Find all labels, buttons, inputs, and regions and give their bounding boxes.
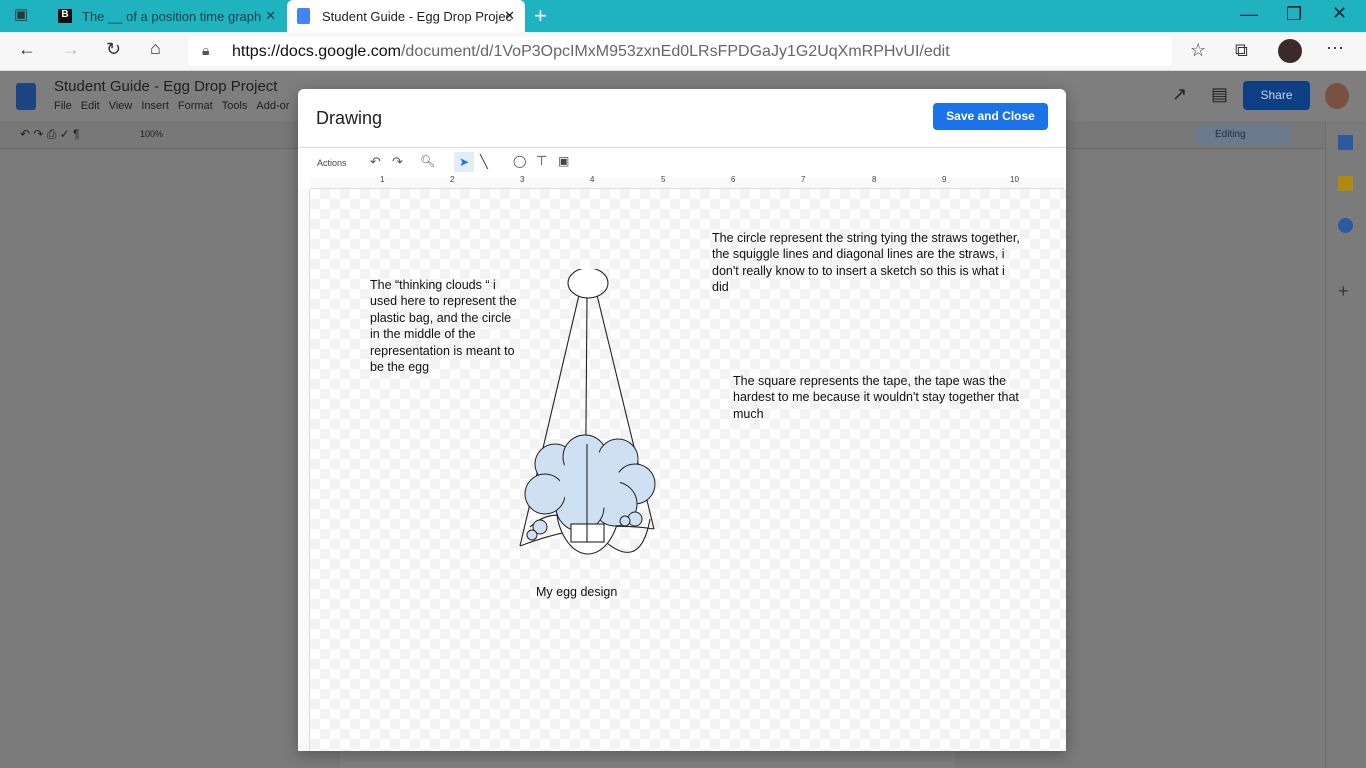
ruler-label: 8	[872, 175, 877, 184]
line-icon[interactable]: ╲	[480, 154, 488, 170]
menu-tools[interactable]: Tools	[222, 100, 248, 112]
calendar-icon[interactable]	[1338, 135, 1353, 150]
redo-icon[interactable]: ↷	[392, 154, 403, 170]
restore-icon[interactable]: ❐	[1286, 4, 1302, 25]
close-window-icon[interactable]: ✕	[1332, 3, 1347, 24]
save-and-close-button[interactable]: Save and Close	[933, 103, 1048, 130]
url-path: /document/d/1VoP3OpcIMxM953zxnEd0LRsFPDG…	[400, 43, 950, 60]
menu-file[interactable]: File	[54, 100, 72, 112]
share-button[interactable]: Share	[1243, 81, 1310, 110]
egg-design-sketch[interactable]	[510, 269, 670, 559]
tab-position-graph[interactable]: B The __ of a position time graph ✕	[48, 0, 284, 32]
ruler-label: 5	[661, 175, 666, 184]
drawing-dialog: Drawing Save and Close Actions ↶ ↷ 🔍︎ ➤ …	[298, 89, 1066, 751]
tab-label: The __ of a position time graph	[82, 8, 262, 24]
drawing-toolbar: Actions ↶ ↷ 🔍︎ ➤ ╲ ◯ ⊤ ▣	[298, 147, 1066, 177]
tab-student-guide[interactable]: Student Guide - Egg Drop Projec ✕	[287, 0, 525, 32]
docs-icon	[297, 8, 310, 24]
keep-icon[interactable]	[1338, 176, 1353, 191]
minimize-icon[interactable]: —	[1240, 4, 1258, 25]
toolbar-icons[interactable]: ↶ ↷ ⎙ ✓ ¶	[20, 127, 80, 142]
url-host: https://docs.google.com	[232, 43, 401, 60]
editing-mode-select[interactable]: Editing	[1195, 125, 1290, 145]
menu-insert[interactable]: Insert	[141, 100, 169, 112]
user-avatar[interactable]	[1325, 83, 1349, 109]
actions-menu[interactable]: Actions	[317, 158, 347, 168]
ruler-label: 10	[1010, 175, 1019, 184]
horizontal-ruler: 1 2 3 4 5 6 7 8 9 10	[310, 175, 1064, 189]
note-string[interactable]: The circle represent the string tying th…	[712, 230, 1022, 296]
favorites-icon[interactable]: ☆	[1190, 40, 1206, 61]
menu-view[interactable]: View	[109, 100, 133, 112]
menu-edit[interactable]: Edit	[81, 100, 100, 112]
caption[interactable]: My egg design	[536, 584, 617, 600]
more-icon[interactable]: ⋯	[1326, 38, 1344, 59]
drawing-canvas[interactable]: The “thinking clouds “ i used here to re…	[310, 189, 1066, 751]
zoom-icon[interactable]: 🔍︎	[420, 154, 435, 168]
string-circle	[567, 269, 609, 299]
note-bag[interactable]: The “thinking clouds “ i used here to re…	[370, 277, 520, 375]
tasks-icon[interactable]	[1338, 218, 1353, 233]
close-icon[interactable]: ✕	[265, 8, 276, 24]
site-icon: B	[58, 9, 72, 23]
note-tape[interactable]: The square represents the tape, the tape…	[733, 373, 1023, 422]
shape-icon[interactable]: ◯	[513, 154, 526, 168]
menu-bar: File Edit View Insert Format Tools Add-o…	[54, 100, 289, 112]
docs-logo-icon[interactable]	[16, 83, 36, 110]
vertical-ruler	[298, 189, 310, 751]
collections-icon[interactable]: ⧉	[1235, 40, 1248, 61]
back-icon[interactable]: ←	[18, 39, 36, 60]
close-icon[interactable]: ✕	[504, 8, 515, 24]
dialog-title: Drawing	[316, 108, 383, 128]
select-icon[interactable]: ➤	[454, 152, 474, 172]
comments-icon[interactable]: ▤	[1211, 84, 1228, 105]
tab-bar: ▣ B The __ of a position time graph ✕ St…	[0, 0, 1366, 32]
profile-avatar[interactable]	[1278, 39, 1302, 63]
menu-format[interactable]: Format	[178, 100, 213, 112]
ruler-label: 6	[731, 175, 736, 184]
url-field[interactable]: 🔒︎ https://docs.google.com/document/d/1V…	[188, 37, 1172, 66]
activity-icon[interactable]: ↗	[1172, 84, 1187, 105]
side-panel: +	[1325, 121, 1366, 768]
ruler-label: 9	[942, 175, 947, 184]
tab-label: Student Guide - Egg Drop Projec	[322, 8, 513, 24]
document-title[interactable]: Student Guide - Egg Drop Project	[54, 78, 277, 95]
ruler-label: 2	[450, 175, 455, 184]
lock-icon: 🔒︎	[202, 42, 210, 58]
image-icon[interactable]: ▣	[558, 154, 569, 168]
home-icon[interactable]: ⌂	[150, 38, 161, 59]
forward-icon[interactable]: →	[62, 39, 80, 60]
undo-icon[interactable]: ↶	[370, 154, 381, 170]
ruler-label: 7	[801, 175, 806, 184]
textbox-icon[interactable]: ⊤	[536, 153, 547, 169]
ruler-label: 4	[590, 175, 595, 184]
add-addon-icon[interactable]: +	[1338, 281, 1349, 302]
workspaces-icon[interactable]: ▣	[14, 5, 28, 23]
reload-icon[interactable]: ↻	[106, 39, 121, 60]
ruler-label: 1	[380, 175, 385, 184]
new-tab-icon[interactable]: +	[534, 3, 547, 29]
zoom-select[interactable]: 100%	[140, 129, 163, 139]
menu-addons[interactable]: Add-or	[256, 100, 289, 112]
ruler-label: 3	[520, 175, 525, 184]
